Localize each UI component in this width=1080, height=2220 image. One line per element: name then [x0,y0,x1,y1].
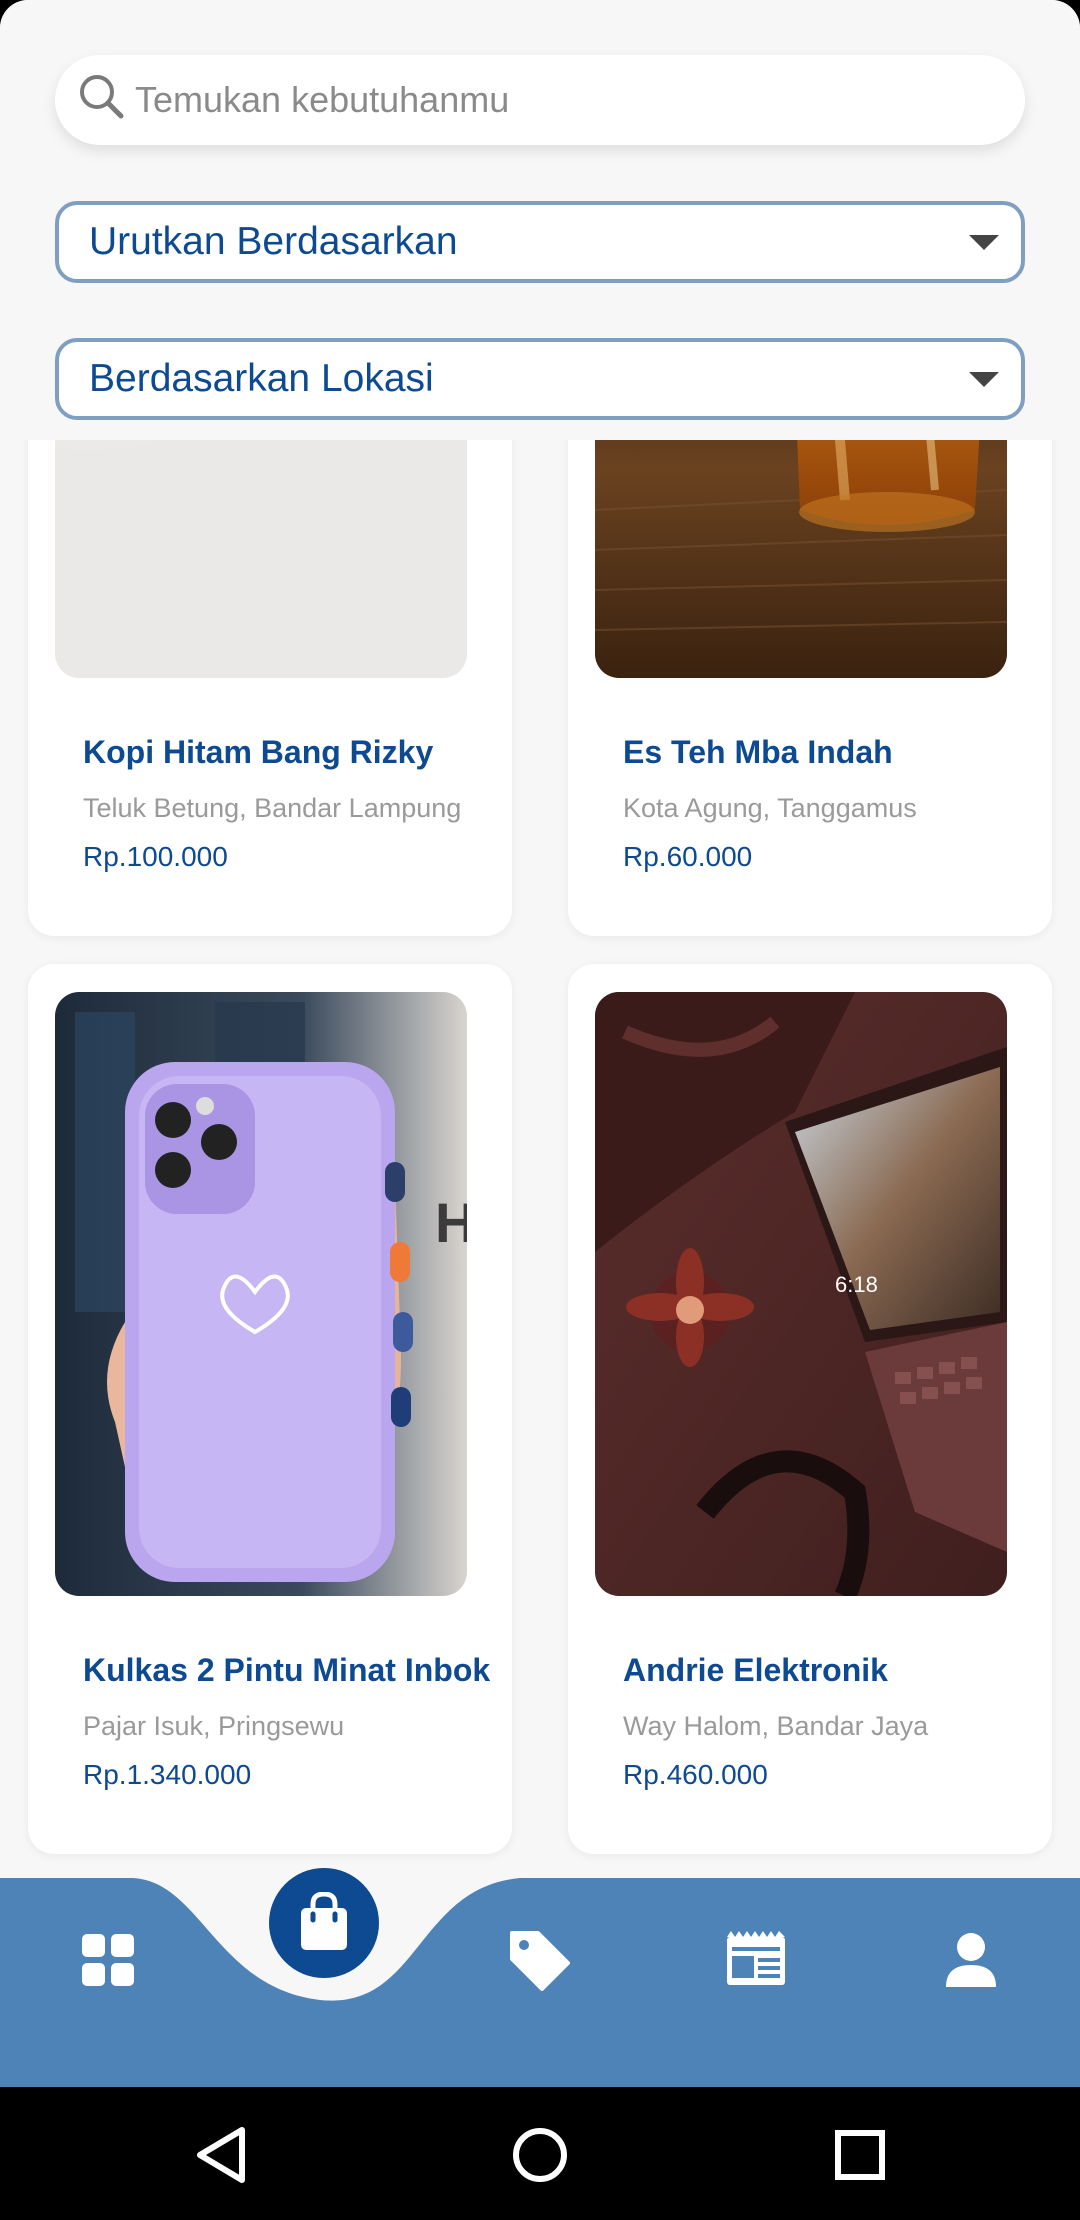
caret-down-icon [969,235,999,250]
svg-text:H: H [435,1191,467,1254]
nav-promo[interactable] [504,1925,574,1995]
product-card[interactable]: 6:18 Andrie Elektronik Way Halom, Bandar… [568,964,1052,1854]
product-image[interactable]: H [55,992,467,1596]
product-title[interactable]: Kopi Hitam Bang Rizky [83,734,433,771]
product-title[interactable]: Andrie Elektronik [623,1652,888,1689]
product-card[interactable]: H Kulkas 2 Pintu Minat Inbok Pajar Isuk,… [28,964,512,1854]
product-price: Rp.60.000 [623,841,753,872]
svg-text:6:18: 6:18 [835,1272,878,1297]
location-dropdown[interactable]: Berdasarkan Lokasi [55,338,1025,420]
nav-news[interactable] [721,1925,791,1995]
bottom-nav [0,1878,1080,2087]
search-icon [80,75,124,119]
product-location: Kota Agung, Tanggamus [623,793,917,823]
product-location: Teluk Betung, Bandar Lampung [83,793,462,823]
product-location: Pajar Isuk, Pringsewu [83,1711,345,1741]
product-title[interactable]: Es Teh Mba Indah [623,734,893,771]
back-icon [197,2127,245,2183]
search-bar[interactable] [55,55,1025,145]
sort-dropdown[interactable]: Urutkan Berdasarkan [55,201,1025,283]
nav-home[interactable] [73,1925,143,1995]
sort-dropdown-label: Urutkan Berdasarkan [89,220,458,263]
home-button[interactable] [505,2120,575,2190]
newspaper-icon [727,1931,785,1985]
nav-profile[interactable] [936,1925,1006,1995]
home-icon [513,2128,567,2182]
caret-down-icon [969,372,999,387]
product-price: Rp.460.000 [623,1759,768,1790]
search-input[interactable] [135,55,995,145]
location-dropdown-label: Berdasarkan Lokasi [89,357,434,400]
person-icon [946,1933,996,1987]
grid-icon [82,1934,134,1986]
header: Urutkan Berdasarkan Berdasarkan Lokasi [0,0,1080,440]
recents-icon [835,2130,885,2180]
product-location: Way Halom, Bandar Jaya [623,1711,929,1741]
nav-shop-button[interactable] [269,1868,379,1978]
product-title[interactable]: Kulkas 2 Pintu Minat Inbok [83,1652,490,1689]
app-screen: Kopi Hitam Bang Rizky Teluk Betung, Band… [0,0,1080,2087]
product-price: Rp.1.340.000 [83,1759,252,1790]
system-nav-bar [0,2087,1080,2220]
product-image[interactable]: 6:18 [595,992,1007,1596]
recents-button[interactable] [825,2120,895,2190]
shopping-bag-icon [301,1892,347,1950]
back-button[interactable] [186,2120,256,2190]
product-price: Rp.100.000 [83,841,228,872]
tag-icon [510,1931,570,1991]
